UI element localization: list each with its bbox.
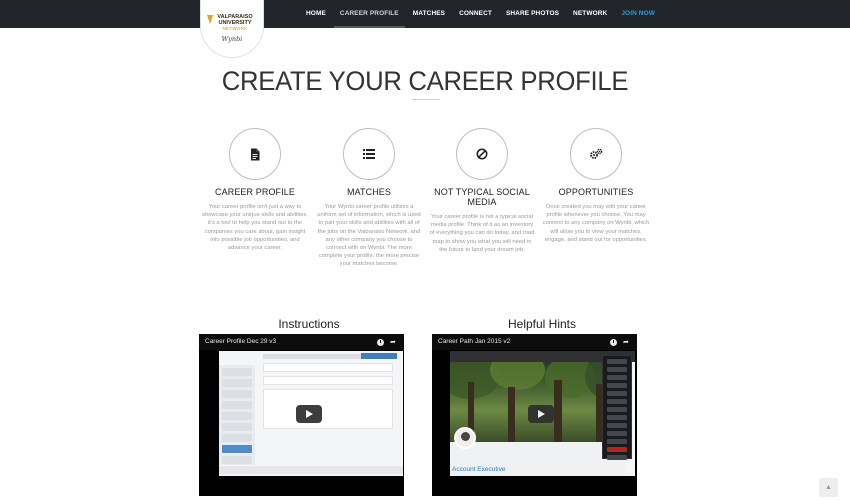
feature-text: Your Wynbi career profile utilizes a uni… — [317, 204, 421, 268]
thumbnail-header-bar — [263, 354, 373, 359]
thumbnail-row — [263, 376, 393, 385]
play-button[interactable] — [528, 405, 554, 423]
video-player-instructions[interactable]: Career Profile Dec 29 v3 ➦ — [199, 334, 404, 496]
video-player-helpful-hints[interactable]: Career Path Jan 2015 v2 ➦ Account Execut… — [432, 334, 637, 496]
nav-home[interactable]: HOME — [306, 0, 326, 28]
watch-later-icon[interactable] — [610, 338, 617, 346]
document-icon — [229, 128, 281, 180]
nav-career-profile-label: CAREER PROFILE — [339, 10, 399, 17]
feature-matches: MATCHES Your Wynbi career profile utiliz… — [309, 128, 429, 269]
nav-matches[interactable]: MATCHES — [413, 0, 445, 28]
feature-text: Once created you may edit your career pr… — [542, 204, 650, 243]
video-thumbnail — [219, 351, 403, 476]
nav-menu: HOME CAREER PROFILE MATCHES CONNECT SHAR… — [292, 0, 655, 28]
nav-connect[interactable]: CONNECT — [459, 0, 492, 28]
nav-network[interactable]: NETWORK — [573, 0, 607, 28]
thumbnail-row — [263, 363, 393, 372]
feature-career-profile: CAREER PROFILE Your career profile isn't… — [195, 128, 315, 252]
thumbnail-footer — [219, 466, 403, 474]
title-divider — [412, 99, 440, 100]
thumbnail-panel — [263, 389, 393, 429]
thumbnail-sidebar — [219, 365, 255, 465]
page-title: CREATE YOUR CAREER PROFILE — [221, 66, 629, 96]
feature-not-typical-social-media: NOT TYPICAL SOCIAL MEDIA Your career pro… — [422, 128, 542, 254]
forest-cover-image — [450, 362, 625, 442]
thumbnail-header-button — [361, 353, 397, 359]
back-to-top-button[interactable]: ▲ — [819, 478, 838, 497]
video-heading-instructions: Instructions — [278, 317, 340, 331]
video-title-bar: Career Path Jan 2015 v2 ➦ — [432, 334, 637, 350]
share-icon[interactable]: ➦ — [623, 339, 631, 346]
chevron-up-icon: ▲ — [825, 484, 832, 491]
no-entry-icon — [456, 128, 508, 180]
nav-join-now[interactable]: JOIN NOW — [621, 0, 655, 28]
feature-title: NOT TYPICAL SOCIAL MEDIA — [434, 187, 530, 207]
account-title: Account Executive — [452, 466, 506, 473]
video-title[interactable]: Career Path Jan 2015 v2 — [438, 338, 510, 345]
video-title-bar: Career Profile Dec 29 v3 ➦ — [199, 334, 404, 350]
avatar — [454, 427, 476, 449]
share-icon[interactable]: ➦ — [390, 339, 398, 346]
video-title[interactable]: Career Profile Dec 29 v3 — [205, 338, 276, 345]
video-toolbar: ➦ — [610, 334, 631, 350]
logo-line-3: NETWORK — [222, 26, 248, 31]
top-navbar: HOME CAREER PROFILE MATCHES CONNECT SHAR… — [0, 0, 850, 28]
nav-share-photos[interactable]: SHARE PHOTOS — [506, 0, 559, 28]
feature-text: Your career profile is not a typical soc… — [429, 214, 535, 253]
thumbnail-dropdown-menu — [602, 355, 632, 460]
site-logo[interactable]: VALPARAISO UNIVERSITY NETWORK Wynbi — [200, 0, 264, 58]
gears-icon — [570, 128, 622, 180]
video-toolbar: ➦ — [377, 334, 398, 350]
watch-later-icon[interactable] — [377, 338, 384, 346]
wynbi-signature: Wynbi — [221, 35, 243, 43]
feature-title: CAREER PROFILE — [215, 187, 295, 197]
feature-title: OPPORTUNITIES — [558, 187, 634, 197]
feature-title: MATCHES — [346, 187, 392, 197]
feature-opportunities: OPPORTUNITIES Once created you may edit … — [536, 128, 656, 244]
list-icon — [343, 128, 395, 180]
play-button[interactable] — [296, 405, 322, 423]
video-heading-helpful-hints: Helpful Hints — [507, 317, 577, 331]
feature-text: Your career profile isn't just a way to … — [202, 204, 308, 252]
video-thumbnail: Account Executive — [450, 351, 635, 476]
valpo-v-icon — [207, 15, 213, 24]
active-nav-indicator — [333, 26, 405, 28]
nav-career-profile[interactable]: CAREER PROFILE — [333, 0, 405, 28]
